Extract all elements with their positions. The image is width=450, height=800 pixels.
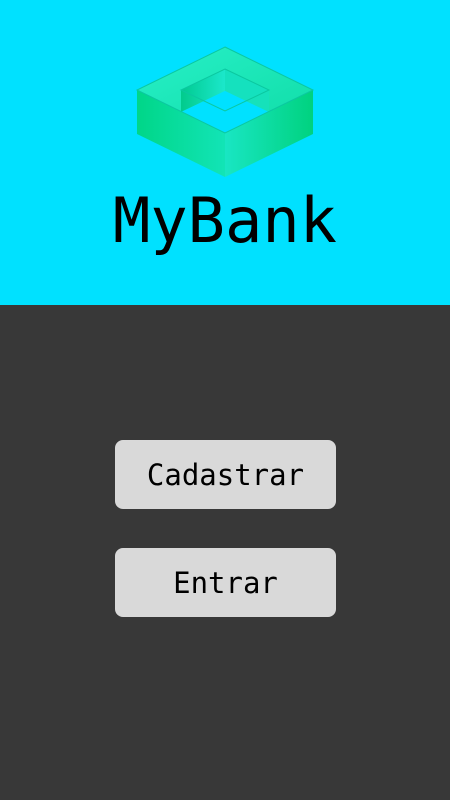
app-screen: MyBank Cadastrar Entrar xyxy=(0,0,450,800)
app-title: MyBank xyxy=(113,184,337,257)
header-banner: MyBank xyxy=(0,0,450,305)
logo-icon xyxy=(135,46,315,177)
register-button[interactable]: Cadastrar xyxy=(115,440,336,509)
login-button[interactable]: Entrar xyxy=(115,548,336,617)
